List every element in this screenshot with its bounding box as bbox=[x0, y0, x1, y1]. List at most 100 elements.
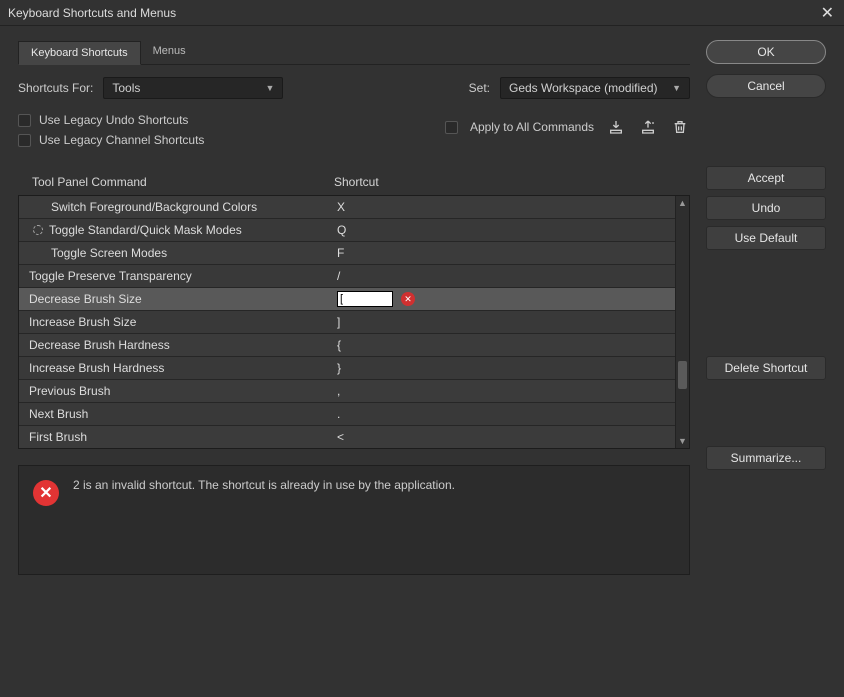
table-row[interactable]: Switch Foreground/Background Colors X bbox=[19, 196, 675, 219]
error-panel: ✕ 2 is an invalid shortcut. The shortcut… bbox=[18, 465, 690, 575]
use-default-button[interactable]: Use Default bbox=[706, 226, 826, 250]
cell-command: Toggle Screen Modes bbox=[19, 246, 319, 260]
shortcuts-for-label: Shortcuts For: bbox=[18, 81, 93, 95]
table-row[interactable]: Increase Brush Hardness} bbox=[19, 357, 675, 380]
command-text: Toggle Preserve Transparency bbox=[29, 269, 192, 283]
table-row[interactable]: Increase Brush Size] bbox=[19, 311, 675, 334]
cell-shortcut: < bbox=[319, 430, 675, 444]
header-shortcut: Shortcut bbox=[322, 175, 686, 189]
cell-command: Decrease Brush Size bbox=[19, 292, 319, 306]
cell-shortcut: , bbox=[319, 384, 675, 398]
table-row[interactable]: Next Brush. bbox=[19, 403, 675, 426]
shortcut-text: ] bbox=[337, 315, 340, 329]
cell-command: Toggle Standard/Quick Mask Modes bbox=[19, 223, 319, 237]
apply-all-label: Apply to All Commands bbox=[470, 120, 594, 134]
scroll-down-icon[interactable]: ▼ bbox=[676, 434, 689, 448]
cancel-button[interactable]: Cancel bbox=[706, 74, 826, 98]
close-icon[interactable]: ✕ bbox=[817, 3, 838, 23]
cell-command: Switch Foreground/Background Colors bbox=[19, 200, 319, 214]
shortcut-text: , bbox=[337, 384, 340, 398]
shortcut-input[interactable] bbox=[337, 291, 393, 307]
shortcut-text: } bbox=[337, 361, 341, 375]
shortcut-table: Tool Panel Command Shortcut Switch Foreg… bbox=[18, 169, 690, 449]
table-row[interactable]: First Brush < bbox=[19, 426, 675, 448]
cell-command: First Brush bbox=[19, 430, 319, 444]
table-row[interactable]: Decrease Brush Hardness { bbox=[19, 334, 675, 357]
summarize-button[interactable]: Summarize... bbox=[706, 446, 826, 470]
command-text: Switch Foreground/Background Colors bbox=[51, 200, 257, 214]
right-column: OK Cancel Accept Undo Use Default Delete… bbox=[706, 40, 826, 679]
cell-command: Next Brush bbox=[19, 407, 319, 421]
scroll-thumb[interactable] bbox=[678, 361, 687, 389]
chevron-down-icon: ▼ bbox=[265, 83, 274, 93]
shortcut-text: X bbox=[337, 200, 345, 214]
set-value: Geds Workspace (modified) bbox=[509, 81, 658, 95]
command-text: Increase Brush Size bbox=[29, 315, 136, 329]
cell-shortcut: ✕ bbox=[319, 291, 675, 307]
delete-shortcut-button[interactable]: Delete Shortcut bbox=[706, 356, 826, 380]
command-text: Toggle Screen Modes bbox=[51, 246, 167, 260]
header-command: Tool Panel Command bbox=[22, 175, 322, 189]
trash-icon[interactable] bbox=[670, 117, 690, 137]
shortcut-text: / bbox=[337, 269, 340, 283]
table-row[interactable]: Previous Brush, bbox=[19, 380, 675, 403]
legacy-channel-checkbox[interactable] bbox=[18, 134, 31, 147]
shortcut-text: Q bbox=[337, 223, 346, 237]
error-text: 2 is an invalid shortcut. The shortcut i… bbox=[73, 478, 455, 562]
cell-shortcut: F bbox=[319, 246, 675, 260]
undo-button[interactable]: Undo bbox=[706, 196, 826, 220]
cell-command: Decrease Brush Hardness bbox=[19, 338, 319, 352]
clear-shortcut-icon[interactable]: ✕ bbox=[401, 292, 415, 306]
cell-command: Toggle Preserve Transparency bbox=[19, 269, 319, 283]
tab-menus[interactable]: Menus bbox=[141, 40, 198, 64]
cell-command: Previous Brush bbox=[19, 384, 319, 398]
table-row[interactable]: Decrease Brush Size ✕ bbox=[19, 288, 675, 311]
dialog-body: Keyboard Shortcuts Menus Shortcuts For: … bbox=[0, 26, 844, 697]
mode-icon bbox=[33, 225, 43, 235]
left-column: Keyboard Shortcuts Menus Shortcuts For: … bbox=[18, 40, 690, 679]
table-row[interactable]: Toggle Standard/Quick Mask Modes Q bbox=[19, 219, 675, 242]
scroll-up-icon[interactable]: ▲ bbox=[676, 196, 689, 210]
scrollbar[interactable]: ▲ ▼ bbox=[675, 196, 689, 448]
legacy-undo-checkbox[interactable] bbox=[18, 114, 31, 127]
table-row[interactable]: Toggle Preserve Transparency / bbox=[19, 265, 675, 288]
command-text: Toggle Standard/Quick Mask Modes bbox=[49, 223, 242, 237]
command-text: Decrease Brush Hardness bbox=[29, 338, 170, 352]
accept-button[interactable]: Accept bbox=[706, 166, 826, 190]
apply-all-checkbox[interactable] bbox=[445, 121, 458, 134]
shortcut-text: { bbox=[337, 338, 341, 352]
shortcuts-for-dropdown[interactable]: Tools ▼ bbox=[103, 77, 283, 99]
table-header: Tool Panel Command Shortcut bbox=[18, 169, 690, 195]
shortcuts-for-value: Tools bbox=[112, 81, 140, 95]
chevron-down-icon: ▼ bbox=[672, 83, 681, 93]
cell-shortcut: } bbox=[319, 361, 675, 375]
save-set-icon[interactable] bbox=[606, 117, 626, 137]
table-row[interactable]: Toggle Screen Modes F bbox=[19, 242, 675, 265]
command-text: First Brush bbox=[29, 430, 87, 444]
cell-shortcut: Q bbox=[319, 223, 675, 237]
cell-shortcut: ] bbox=[319, 315, 675, 329]
set-label: Set: bbox=[469, 81, 490, 95]
command-text: Increase Brush Hardness bbox=[29, 361, 164, 375]
command-text: Previous Brush bbox=[29, 384, 110, 398]
shortcut-text: F bbox=[337, 246, 344, 260]
title-bar: Keyboard Shortcuts and Menus ✕ bbox=[0, 0, 844, 26]
tab-bar: Keyboard Shortcuts Menus bbox=[18, 40, 690, 65]
error-icon: ✕ bbox=[33, 480, 59, 506]
cell-command: Increase Brush Size bbox=[19, 315, 319, 329]
cell-shortcut: { bbox=[319, 338, 675, 352]
save-set-as-icon[interactable] bbox=[638, 117, 658, 137]
ok-button[interactable]: OK bbox=[706, 40, 826, 64]
cell-shortcut: X bbox=[319, 200, 675, 214]
cell-shortcut: . bbox=[319, 407, 675, 421]
table-body: Switch Foreground/Background Colors X Togg… bbox=[19, 196, 675, 448]
top-options: Shortcuts For: Tools ▼ Use Legacy Undo S… bbox=[18, 77, 690, 147]
cell-shortcut: / bbox=[319, 269, 675, 283]
tab-keyboard-shortcuts[interactable]: Keyboard Shortcuts bbox=[18, 41, 141, 65]
window-title: Keyboard Shortcuts and Menus bbox=[8, 6, 176, 20]
set-dropdown[interactable]: Geds Workspace (modified) ▼ bbox=[500, 77, 690, 99]
shortcut-text: . bbox=[337, 407, 340, 421]
legacy-undo-label: Use Legacy Undo Shortcuts bbox=[39, 113, 188, 127]
legacy-channel-label: Use Legacy Channel Shortcuts bbox=[39, 133, 204, 147]
command-text: Decrease Brush Size bbox=[29, 292, 142, 306]
